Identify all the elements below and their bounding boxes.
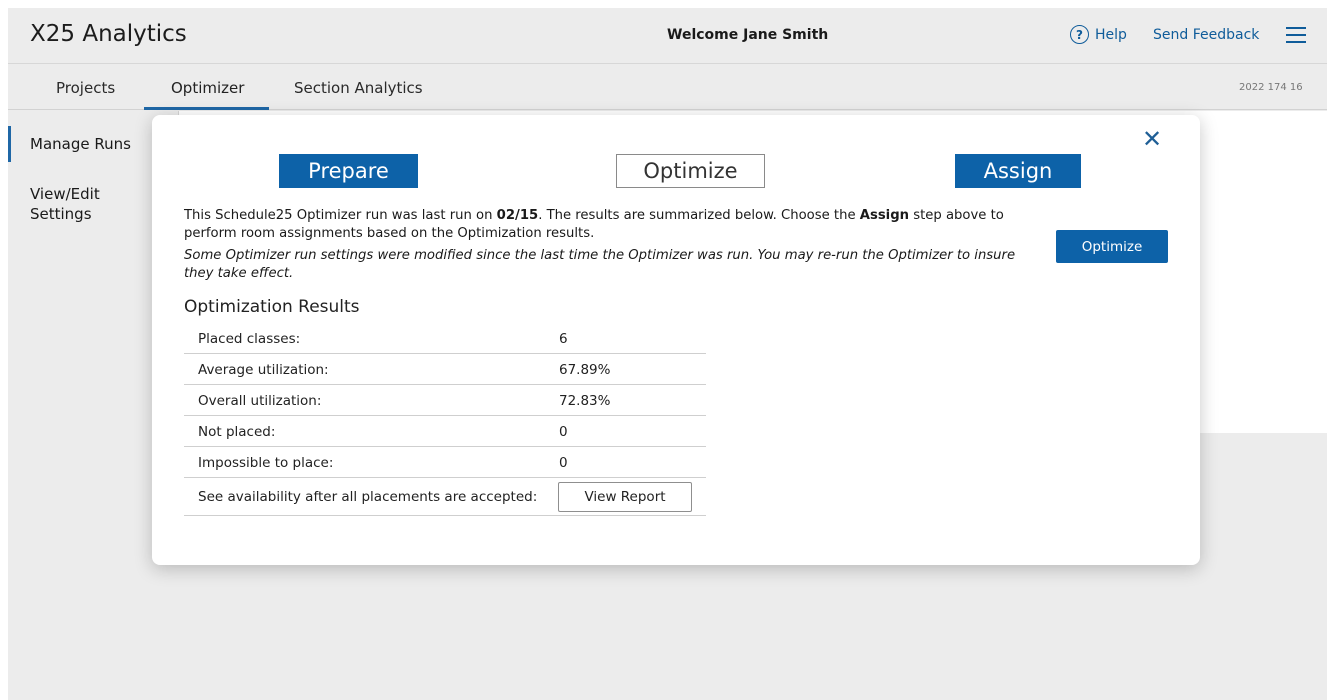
sidebar-item-manage-runs[interactable]: Manage Runs: [30, 134, 131, 154]
result-value: 72.83%: [559, 393, 611, 409]
help-link[interactable]: ? Help: [1070, 25, 1127, 44]
tab-projects[interactable]: Projects: [56, 79, 115, 97]
result-value: 67.89%: [559, 362, 611, 378]
assign-step-reference: Assign: [859, 208, 910, 223]
desc-text-1: This Schedule25 Optimizer run was last r…: [184, 208, 497, 223]
active-tab-indicator: [144, 107, 269, 110]
view-report-button[interactable]: View Report: [558, 482, 692, 512]
sidebar-item-view-edit-settings[interactable]: View/Edit Settings: [30, 184, 100, 224]
tab-section-analytics[interactable]: Section Analytics: [294, 79, 423, 97]
welcome-message: Welcome Jane Smith: [667, 27, 829, 43]
help-icon: ?: [1070, 25, 1089, 44]
tab-optimizer[interactable]: Optimizer: [171, 79, 244, 97]
table-row: Average utilization: 67.89%: [184, 354, 706, 385]
sidebar-active-indicator: [8, 126, 11, 162]
optimize-button[interactable]: Optimize: [1056, 230, 1168, 263]
table-row: Placed classes: 6: [184, 323, 706, 354]
table-row: See availability after all placements ar…: [184, 478, 706, 516]
step-prepare-button[interactable]: Prepare: [279, 154, 418, 188]
result-label: Average utilization:: [198, 362, 329, 378]
table-row: Overall utilization: 72.83%: [184, 385, 706, 416]
send-feedback-link[interactable]: Send Feedback: [1153, 27, 1259, 43]
table-row: Not placed: 0: [184, 416, 706, 447]
brand-title: X25 Analytics: [30, 21, 187, 47]
help-label: Help: [1095, 26, 1127, 43]
result-label: Not placed:: [198, 424, 276, 440]
availability-label: See availability after all placements ar…: [198, 489, 538, 505]
result-value: 6: [559, 331, 568, 347]
result-value: 0: [559, 424, 568, 440]
settings-modified-note: Some Optimizer run settings were modifie…: [184, 248, 1016, 281]
results-title: Optimization Results: [184, 297, 360, 317]
table-row: Impossible to place: 0: [184, 447, 706, 478]
result-label: Impossible to place:: [198, 455, 334, 471]
last-run-date: 02/15: [496, 208, 539, 223]
version-label: 2022 174 16: [1239, 82, 1303, 93]
optimizer-dialog: ✕ Prepare Optimize Assign This Schedule2…: [152, 115, 1200, 565]
main-tabs: Projects Optimizer Section Analytics 202…: [8, 65, 1327, 110]
result-value: 0: [559, 455, 568, 471]
hamburger-menu-icon[interactable]: [1286, 27, 1306, 43]
step-optimize-button[interactable]: Optimize: [616, 154, 765, 188]
results-table: Placed classes: 6 Average utilization: 6…: [184, 323, 706, 516]
result-label: Overall utilization:: [198, 393, 322, 409]
run-description: This Schedule25 Optimizer run was last r…: [184, 207, 1044, 243]
header: X25 Analytics Welcome Jane Smith ? Help …: [8, 8, 1327, 64]
sidebar-item-label-line1: View/Edit: [30, 185, 100, 203]
close-icon[interactable]: ✕: [1142, 127, 1162, 151]
step-assign-button[interactable]: Assign: [955, 154, 1081, 188]
sidebar-item-label-line2: Settings: [30, 205, 92, 223]
result-label: Placed classes:: [198, 331, 301, 347]
desc-text-2: . The results are summarized below. Choo…: [538, 208, 860, 223]
